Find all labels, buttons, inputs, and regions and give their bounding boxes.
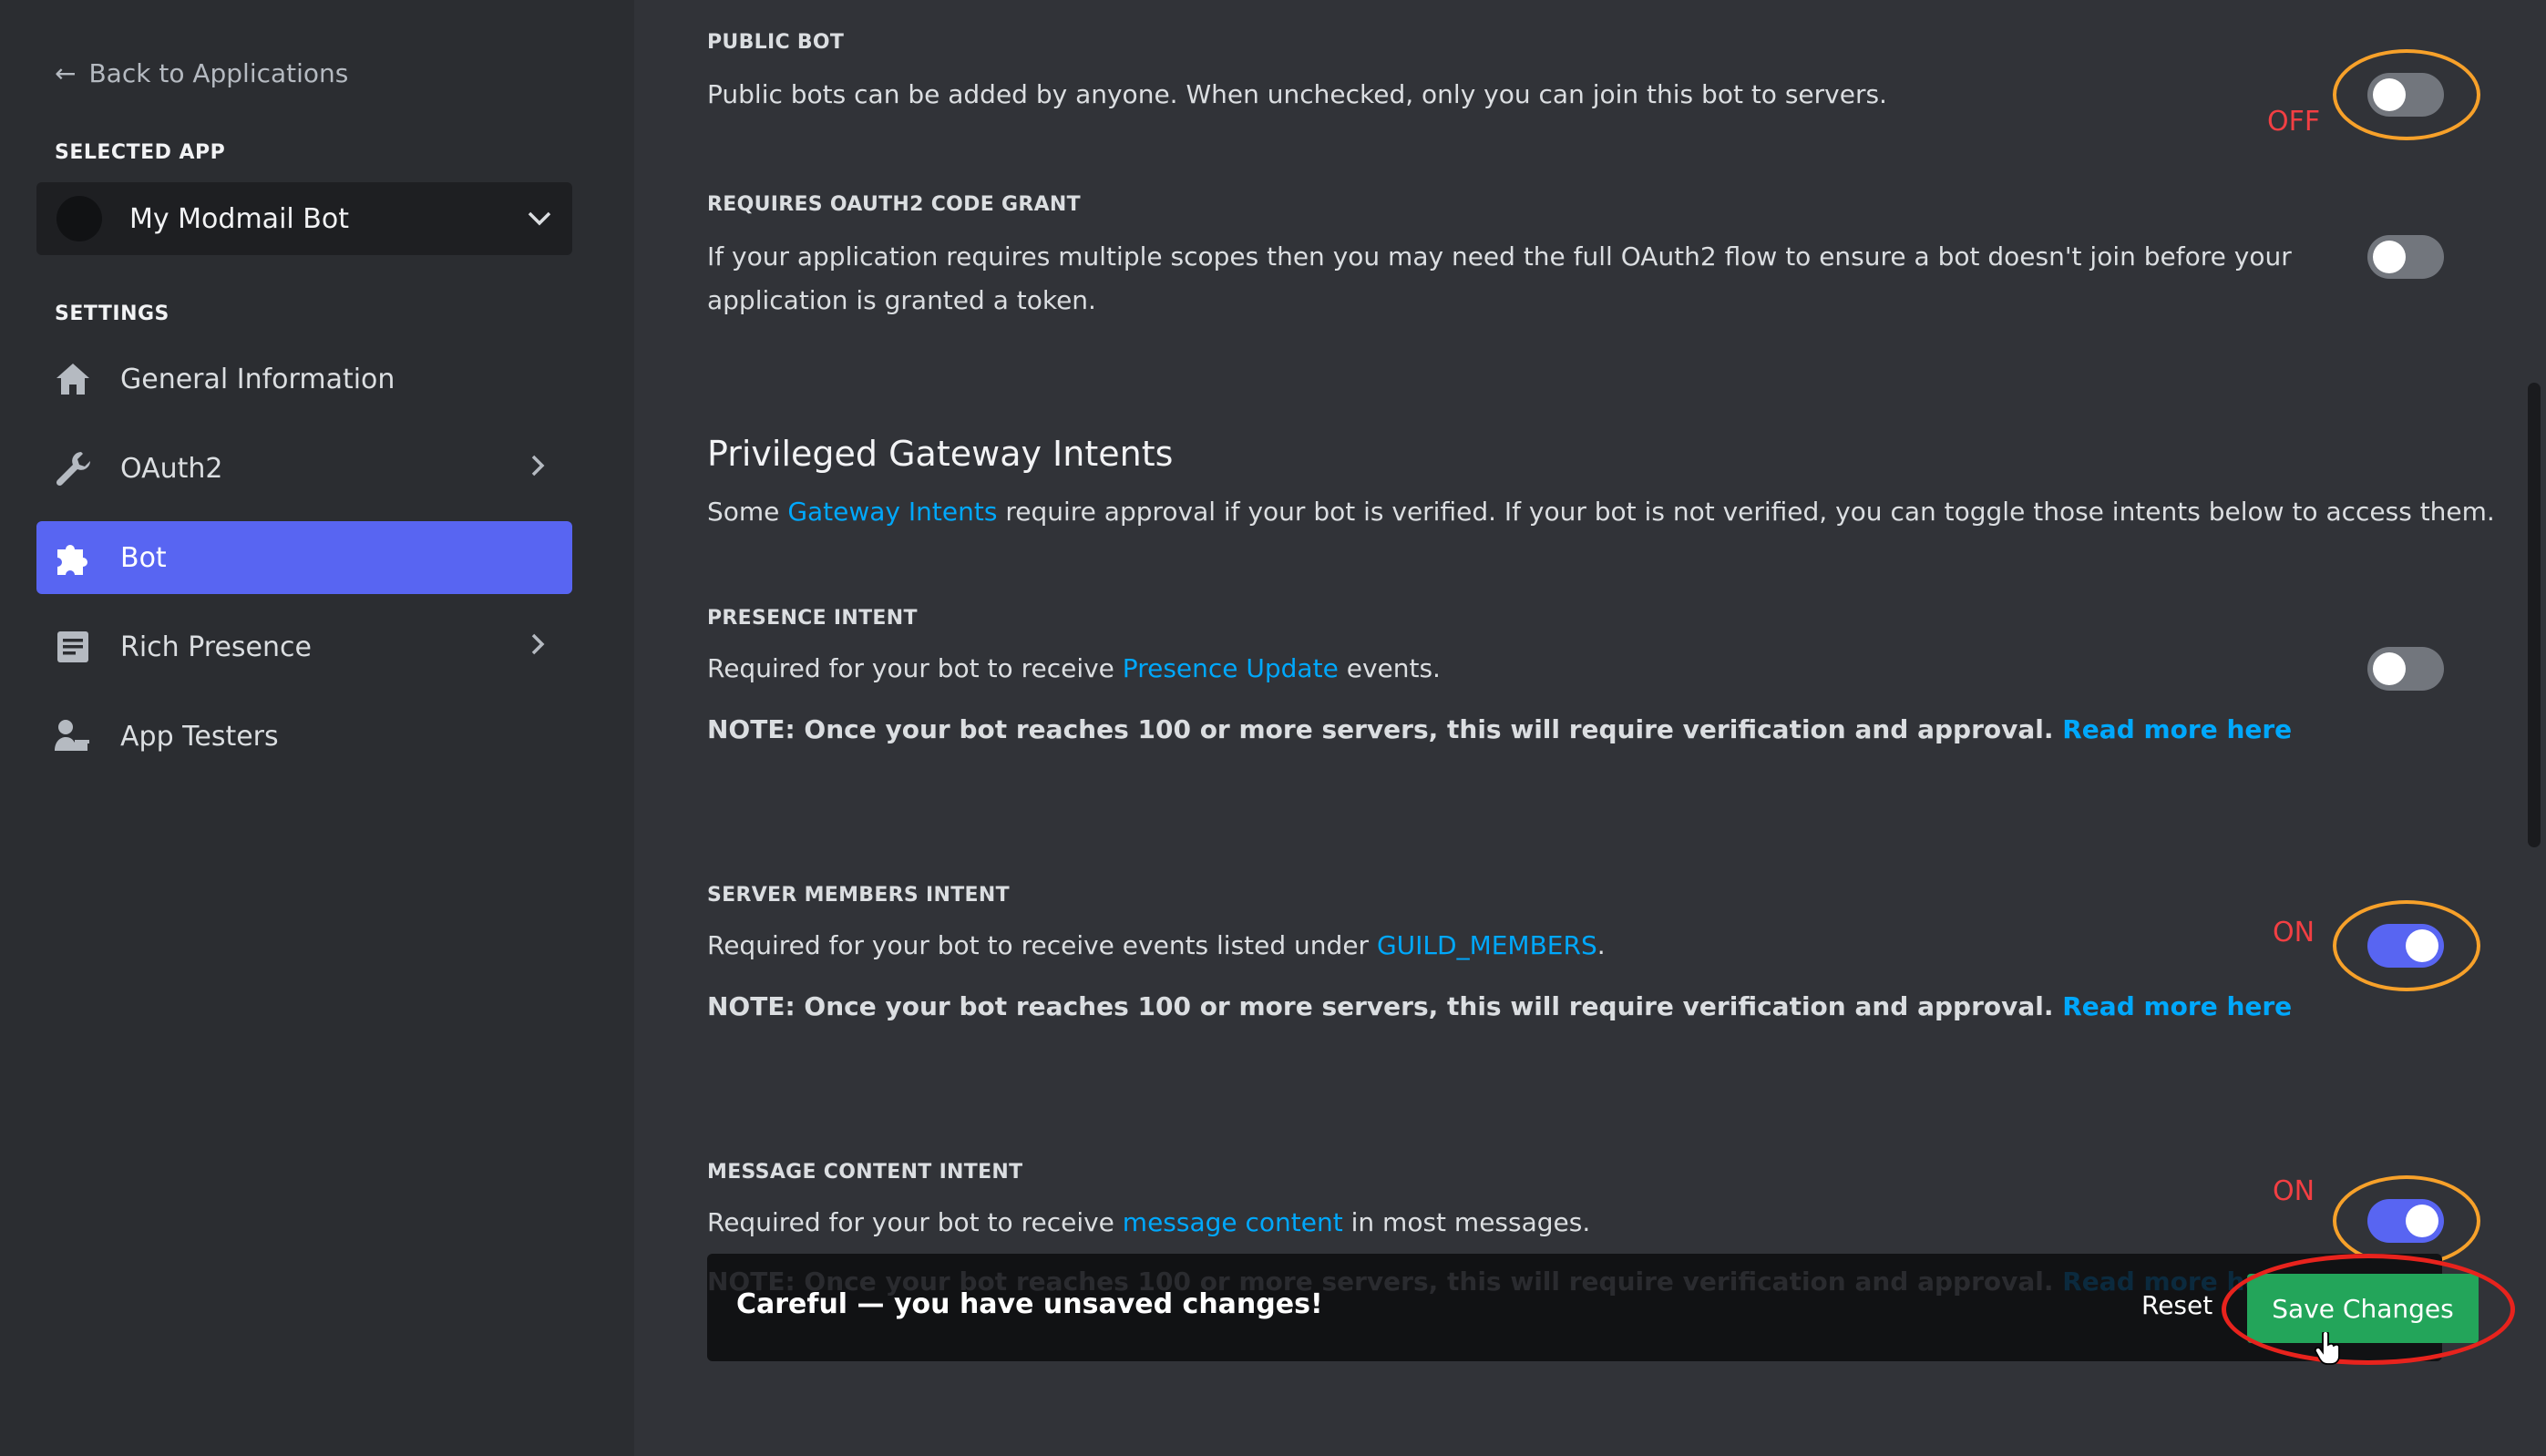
message-content-intent-label: MESSAGE CONTENT INTENT <box>707 1161 1023 1184</box>
arrow-left-icon: ← <box>55 58 77 88</box>
presence-desc-post: events. <box>1338 653 1441 683</box>
sidebar-item-label: Bot <box>120 541 167 574</box>
presence-intent-label: PRESENCE INTENT <box>707 607 918 630</box>
toggle-knob <box>2373 652 2406 685</box>
presence-intent-description: Required for your bot to receive Presenc… <box>707 647 1441 691</box>
annotation-on-label: ON <box>2273 1175 2315 1207</box>
sidebar-item-rich-presence[interactable]: Rich Presence <box>36 610 572 683</box>
intents-description: Some Gateway Intents require approval if… <box>707 490 2495 534</box>
intents-heading: Privileged Gateway Intents <box>707 434 1174 474</box>
app-avatar <box>56 196 102 241</box>
annotation-ring <box>2333 900 2480 991</box>
home-icon <box>53 359 93 399</box>
sidebar-item-label: Rich Presence <box>120 631 312 663</box>
chevron-down-icon <box>527 210 552 227</box>
note-text: NOTE: Once your bot reaches 100 or more … <box>707 991 2054 1021</box>
presence-update-link[interactable]: Presence Update <box>1123 653 1339 683</box>
unsaved-changes-message: Careful — you have unsaved changes! <box>736 1288 1323 1320</box>
sidebar-item-label: App Testers <box>120 720 279 753</box>
reset-button[interactable]: Reset <box>2141 1290 2212 1320</box>
intents-desc-post: require approval if your bot is verified… <box>997 497 2495 527</box>
note-text: NOTE: Once your bot reaches 100 or more … <box>707 714 2054 744</box>
presence-desc-pre: Required for your bot to receive <box>707 653 1123 683</box>
gateway-intents-link[interactable]: Gateway Intents <box>787 497 997 527</box>
read-more-link[interactable]: Read more here <box>2062 991 2292 1021</box>
selected-app-label: SELECTED APP <box>55 141 226 164</box>
annotation-ring <box>2333 1175 2480 1266</box>
puzzle-icon <box>53 538 93 578</box>
scrollbar-thumb[interactable] <box>2528 383 2541 847</box>
wrench-icon <box>53 448 93 488</box>
unsaved-changes-bar: NOTE: Once your bot reaches 100 or more … <box>707 1254 2515 1365</box>
sidebar-item-label: General Information <box>120 363 395 395</box>
message-content-link[interactable]: message content <box>1123 1207 1343 1237</box>
back-link-label: Back to Applications <box>88 58 349 88</box>
annotation-ring <box>2222 1254 2515 1365</box>
sidebar-item-label: OAuth2 <box>120 452 223 485</box>
settings-label: SETTINGS <box>55 302 169 325</box>
server-members-intent-description: Required for your bot to receive events … <box>707 924 1606 968</box>
members-desc-post: . <box>1596 930 1606 960</box>
oauth2-grant-description-line2: application is granted a token. <box>707 285 1096 315</box>
annotation-ring <box>2333 49 2480 140</box>
document-icon <box>53 627 93 667</box>
guild-members-link[interactable]: GUILD_MEMBERS <box>1377 930 1597 960</box>
app-name: My Modmail Bot <box>129 202 349 235</box>
sidebar-item-bot[interactable]: Bot <box>36 521 572 594</box>
server-members-intent-note: NOTE: Once your bot reaches 100 or more … <box>707 991 2292 1021</box>
back-to-applications-link[interactable]: ← Back to Applications <box>55 58 348 88</box>
annotation-on-label: ON <box>2273 917 2315 948</box>
message-desc-post: in most messages. <box>1342 1207 1591 1237</box>
intents-desc-pre: Some <box>707 497 788 527</box>
person-icon <box>53 716 93 756</box>
sidebar-item-general-information[interactable]: General Information <box>36 343 572 415</box>
members-desc-pre: Required for your bot to receive events … <box>707 930 1377 960</box>
read-more-link[interactable]: Read more here <box>2062 714 2292 744</box>
oauth2-grant-label: REQUIRES OAUTH2 CODE GRANT <box>707 193 1081 216</box>
public-bot-description: Public bots can be added by anyone. When… <box>707 79 1887 109</box>
chevron-right-icon <box>530 631 545 663</box>
public-bot-label: PUBLIC BOT <box>707 31 845 54</box>
chevron-right-icon <box>530 453 545 485</box>
presence-intent-toggle[interactable] <box>2367 647 2444 691</box>
sidebar-item-app-testers[interactable]: App Testers <box>36 700 572 773</box>
app-selector[interactable]: My Modmail Bot <box>36 182 572 255</box>
sidebar-item-oauth2[interactable]: OAuth2 <box>36 432 572 505</box>
oauth2-grant-description-line1: If your application requires multiple sc… <box>707 241 2292 272</box>
presence-intent-note: NOTE: Once your bot reaches 100 or more … <box>707 714 2292 744</box>
sidebar: ← Back to Applications SELECTED APP My M… <box>0 0 634 1456</box>
annotation-off-label: OFF <box>2267 106 2321 138</box>
message-desc-pre: Required for your bot to receive <box>707 1207 1123 1237</box>
hand-cursor-icon <box>2314 1330 2342 1369</box>
server-members-intent-label: SERVER MEMBERS INTENT <box>707 884 1010 907</box>
toggle-knob <box>2373 241 2406 273</box>
oauth2-grant-toggle[interactable] <box>2367 235 2444 279</box>
main-content: PUBLIC BOT Public bots can be added by a… <box>634 0 2546 1456</box>
message-content-intent-description: Required for your bot to receive message… <box>707 1201 1590 1245</box>
